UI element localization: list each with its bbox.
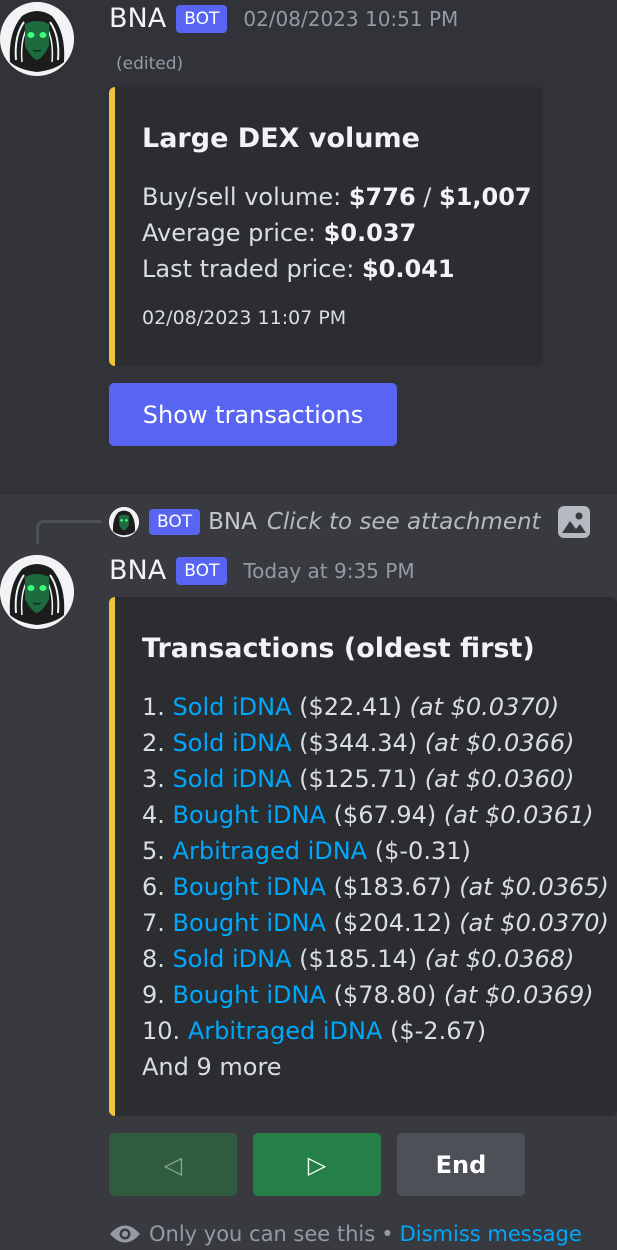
transaction-link[interactable]: Bought iDNA: [173, 801, 326, 829]
transaction-price: (at $0.0365): [459, 873, 609, 901]
end-page-button[interactable]: End: [397, 1133, 525, 1196]
transaction-row: 6. Bought iDNA ($183.67) (at $0.0365): [142, 873, 609, 901]
transaction-number: 1.: [142, 693, 165, 721]
transaction-row: 7. Bought iDNA ($204.12) (at $0.0370): [142, 909, 609, 937]
transaction-amount: ($183.67): [333, 873, 452, 901]
last-price-label: Last traded price:: [142, 255, 355, 283]
bna-logo-icon: [0, 555, 74, 629]
transaction-number: 2.: [142, 729, 165, 757]
transaction-link[interactable]: Bought iDNA: [173, 873, 326, 901]
author-name[interactable]: BNA: [109, 555, 166, 586]
transaction-link[interactable]: Sold iDNA: [173, 945, 292, 973]
bna-logo-icon: [109, 507, 139, 537]
bot-avatar[interactable]: [0, 555, 74, 629]
average-price-label: Average price:: [142, 219, 316, 247]
transactions-embed: Transactions (oldest first) 1. Sold iDNA…: [109, 597, 617, 1116]
message-header: BNA BOT Today at 9:35 PM: [109, 555, 415, 586]
edited-label: (edited): [116, 54, 184, 74]
transaction-number: 5.: [142, 837, 165, 865]
author-name[interactable]: BNA: [109, 3, 166, 34]
transaction-row: 8. Sold iDNA ($185.14) (at $0.0368): [142, 945, 575, 973]
transaction-amount: ($22.41): [299, 693, 402, 721]
transaction-price: (at $0.0361): [443, 801, 594, 829]
show-transactions-button[interactable]: Show transactions: [109, 383, 397, 446]
volume-line: Buy/sell volume: $776 / $1,007: [142, 183, 532, 211]
transaction-row: 9. Bought iDNA ($78.80) (at $0.0369): [142, 981, 594, 1009]
transaction-amount: ($125.71): [299, 765, 418, 793]
transaction-number: 3.: [142, 765, 165, 793]
ephemeral-notice: Only you can see this • Dismiss message: [109, 1222, 582, 1246]
transaction-row: 3. Sold iDNA ($125.71) (at $0.0360): [142, 765, 575, 793]
transaction-link[interactable]: Arbitraged iDNA: [173, 837, 368, 865]
transaction-link[interactable]: Sold iDNA: [173, 729, 292, 757]
transaction-amount: ($204.12): [333, 909, 452, 937]
sell-volume: $1,007: [439, 183, 532, 211]
transaction-number: 8.: [142, 945, 165, 973]
transaction-link[interactable]: Sold iDNA: [173, 765, 292, 793]
transaction-amount: ($344.34): [299, 729, 418, 757]
reply-author[interactable]: BNA: [208, 509, 257, 535]
dismiss-message-link[interactable]: Dismiss message: [400, 1222, 582, 1246]
transaction-price: (at $0.0368): [424, 945, 575, 973]
bot-avatar[interactable]: [0, 2, 74, 76]
transaction-amount: ($185.14): [299, 945, 418, 973]
buy-volume: $776: [348, 183, 416, 211]
average-price-line: Average price: $0.037: [142, 219, 416, 247]
transaction-number: 10.: [142, 1017, 181, 1045]
transaction-number: 7.: [142, 909, 165, 937]
reply-connector: [36, 520, 102, 544]
transaction-link[interactable]: Bought iDNA: [173, 981, 326, 1009]
embed-title: Transactions (oldest first): [142, 633, 535, 664]
transaction-number: 6.: [142, 873, 165, 901]
transaction-link[interactable]: Arbitraged iDNA: [188, 1017, 383, 1045]
transaction-row: 1. Sold iDNA ($22.41) (at $0.0370): [142, 693, 559, 721]
last-price-value: $0.041: [361, 255, 455, 283]
transaction-row: 10. Arbitraged iDNA ($-2.67): [142, 1017, 486, 1045]
next-page-button[interactable]: ▷: [253, 1133, 381, 1196]
volume-label: Buy/sell volume:: [142, 183, 342, 211]
transaction-link[interactable]: Bought iDNA: [173, 909, 326, 937]
message-timestamp[interactable]: 02/08/2023 10:51 PM: [243, 7, 458, 31]
average-price-value: $0.037: [323, 219, 417, 247]
last-price-line: Last traded price: $0.041: [142, 255, 455, 283]
bot-badge: BOT: [176, 556, 228, 585]
message-1: BNA BOT 02/08/2023 10:51 PM (edited) Lar…: [0, 0, 617, 495]
bot-badge: BOT: [176, 4, 228, 33]
reply-avatar: [109, 507, 139, 537]
message-header: BNA BOT 02/08/2023 10:51 PM: [109, 3, 458, 34]
reply-bot-badge: BOT: [149, 509, 201, 535]
ephemeral-text: Only you can see this: [149, 1222, 376, 1246]
transaction-price: (at $0.0369): [443, 981, 594, 1009]
image-icon: [557, 506, 590, 538]
message-timestamp[interactable]: Today at 9:35 PM: [243, 559, 414, 583]
volume-separator: /: [423, 183, 432, 211]
transaction-amount: ($-2.67): [390, 1017, 487, 1045]
transaction-amount: ($67.94): [333, 801, 437, 829]
transaction-amount: ($78.80): [333, 981, 437, 1009]
more-transactions-label: And 9 more: [142, 1053, 282, 1081]
reply-preview-text[interactable]: Click to see attachment: [267, 509, 541, 535]
embed-footer-timestamp: 02/08/2023 11:07 PM: [142, 307, 347, 329]
transaction-price: (at $0.0360): [424, 765, 575, 793]
ephemeral-separator: •: [381, 1222, 394, 1246]
transaction-link[interactable]: Sold iDNA: [173, 693, 292, 721]
transaction-price: (at $0.0366): [424, 729, 575, 757]
volume-embed: Large DEX volume Buy/sell volume: $776 /…: [109, 87, 543, 366]
embed-title: Large DEX volume: [142, 123, 420, 154]
transaction-row: 4. Bought iDNA ($67.94) (at $0.0361): [142, 801, 594, 829]
transaction-amount: ($-0.31): [374, 837, 471, 865]
transaction-number: 4.: [142, 801, 165, 829]
transaction-price: (at $0.0370): [409, 693, 560, 721]
reply-reference[interactable]: BOT BNA Click to see attachment: [109, 505, 591, 539]
bna-logo-icon: [0, 2, 74, 76]
previous-page-button[interactable]: ◁: [109, 1133, 237, 1196]
transaction-row: 5. Arbitraged iDNA ($-0.31): [142, 837, 471, 865]
transaction-price: (at $0.0370): [459, 909, 609, 937]
transaction-row: 2. Sold iDNA ($344.34) (at $0.0366): [142, 729, 575, 757]
eye-icon: [110, 1225, 140, 1243]
transaction-number: 9.: [142, 981, 165, 1009]
